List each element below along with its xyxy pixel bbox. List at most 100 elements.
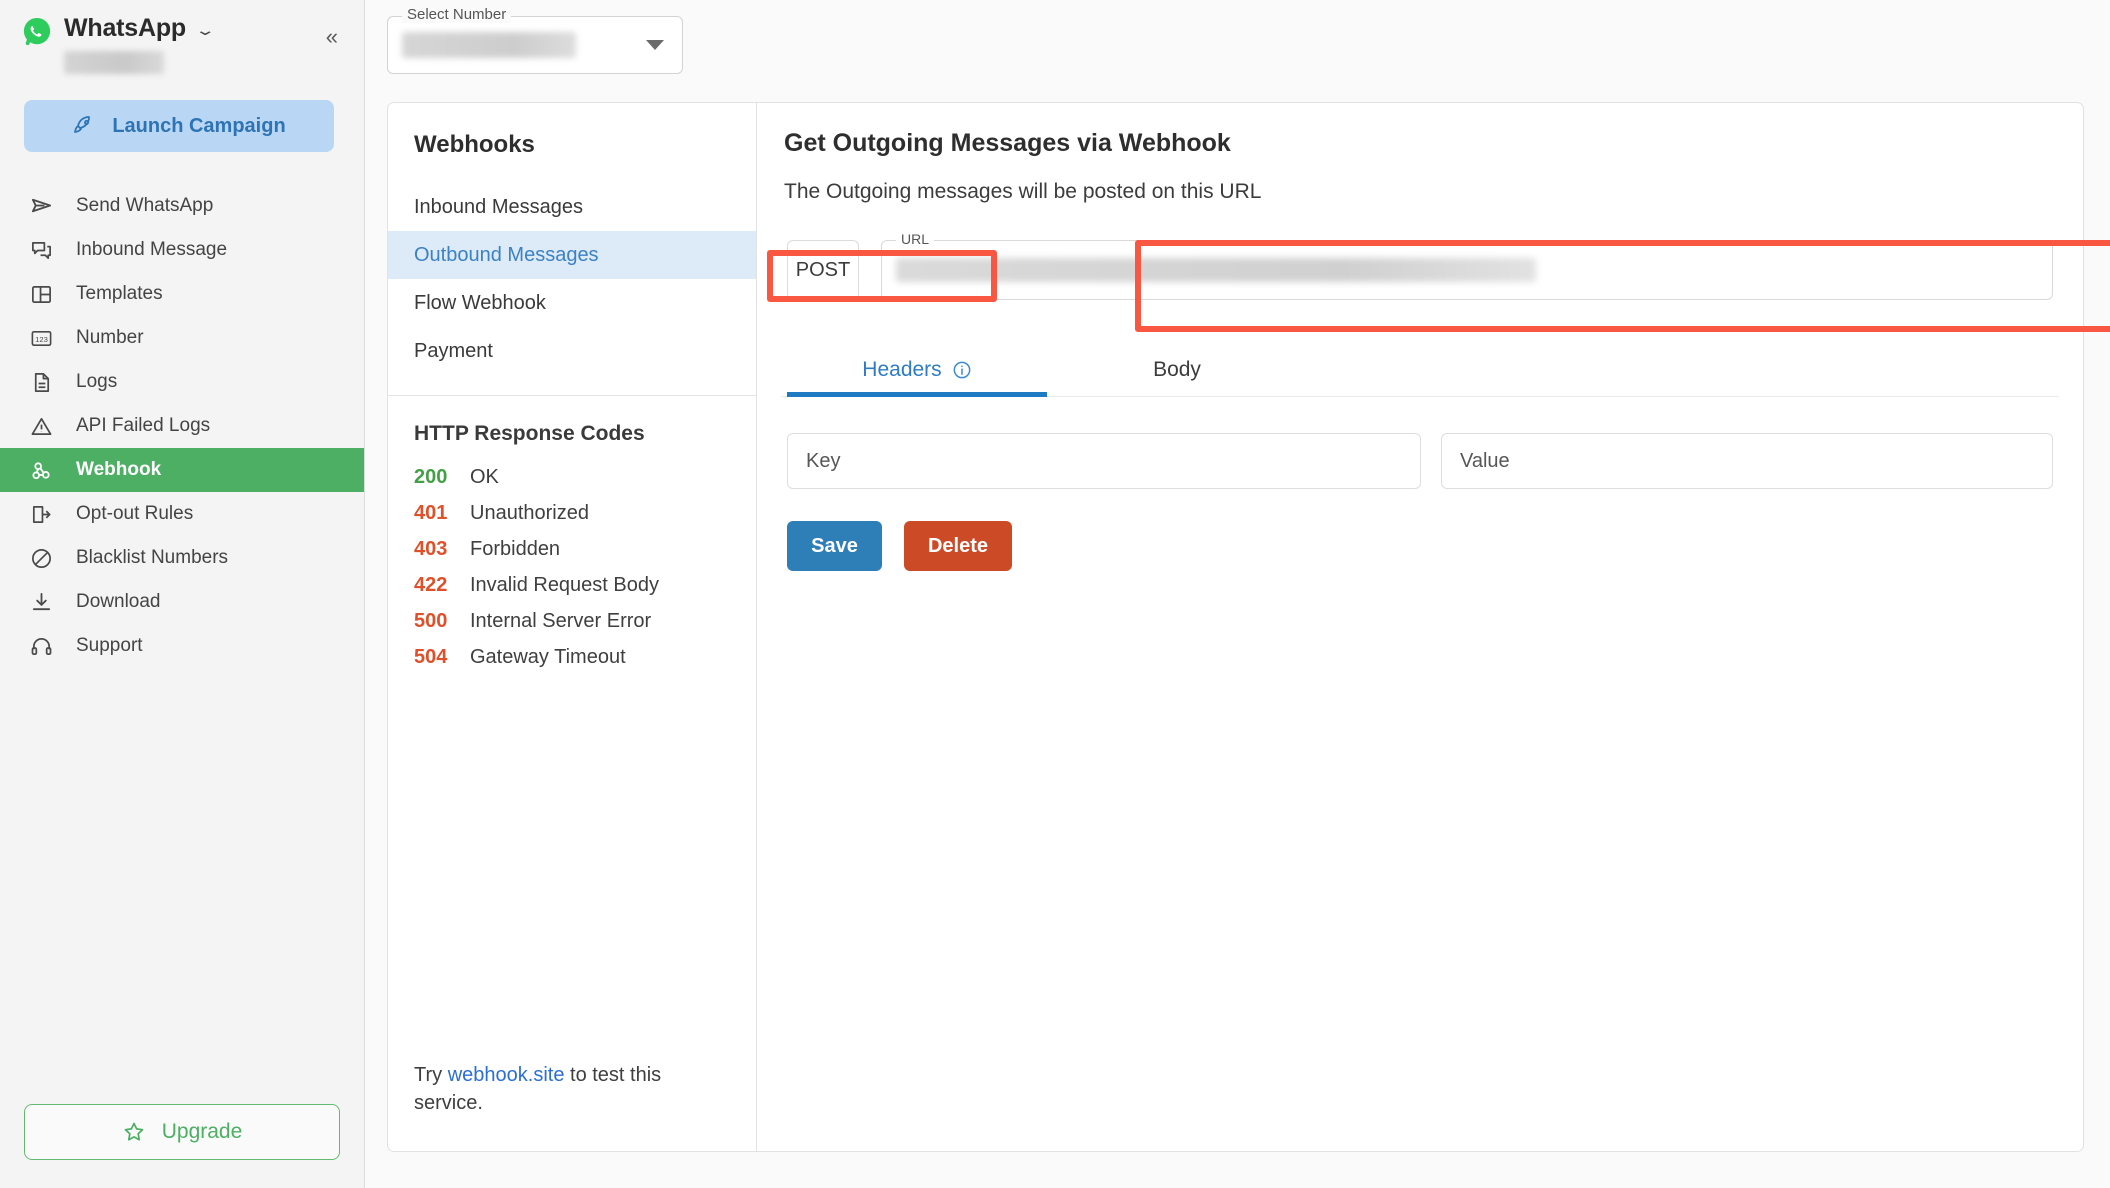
- webhook-item-outbound-messages[interactable]: Outbound Messages: [388, 231, 756, 279]
- hint-prefix: Try: [414, 1064, 448, 1086]
- sidebar-item-label: Inbound Message: [76, 239, 228, 260]
- webhook-item-payment[interactable]: Payment: [388, 327, 756, 375]
- response-code-row: 422 Invalid Request Body: [414, 574, 756, 597]
- sidebar-collapse-icon[interactable]: «: [326, 26, 338, 48]
- sidebar-item-blacklist-numbers[interactable]: Blacklist Numbers: [0, 536, 364, 580]
- response-code-number: 200: [414, 466, 448, 488]
- webhooks-panel-title: Webhooks: [414, 131, 535, 158]
- sidebar-item-api-failed-logs[interactable]: API Failed Logs: [0, 404, 364, 448]
- response-code-number: 403: [414, 538, 448, 560]
- webhook-item-flow-webhook[interactable]: Flow Webhook: [388, 279, 756, 327]
- sidebar-item-opt-out-rules[interactable]: Opt-out Rules: [0, 492, 364, 536]
- response-code-row: 500 Internal Server Error: [414, 610, 756, 633]
- sidebar-item-number[interactable]: 123 Number: [0, 316, 364, 360]
- header-key-input[interactable]: Key: [787, 433, 1421, 489]
- content-row: Webhooks Inbound Messages Outbound Messa…: [365, 102, 2110, 1162]
- sidebar-nav: Send WhatsApp Inbound Message Templates …: [0, 184, 364, 668]
- response-code-label: Invalid Request Body: [470, 574, 660, 596]
- brand-title: WhatsApp: [64, 14, 186, 42]
- sidebar-item-support[interactable]: Support: [0, 624, 364, 668]
- tab-label: Body: [1153, 358, 1201, 381]
- select-number-legend: Select Number: [402, 6, 512, 23]
- http-method-box[interactable]: POST: [787, 240, 859, 300]
- response-code-label: OK: [470, 466, 499, 488]
- tab-body[interactable]: Body: [1047, 344, 1307, 396]
- sidebar-item-templates[interactable]: Templates: [0, 272, 364, 316]
- url-input[interactable]: URL: [881, 231, 2053, 300]
- http-response-codes-list: 200 OK 401 Unauthorized 403 Forbidden 42…: [388, 446, 756, 682]
- response-code-row: 401 Unauthorized: [414, 502, 756, 525]
- upgrade-section: Upgrade: [0, 1104, 364, 1188]
- sidebar-item-label: API Failed Logs: [76, 415, 211, 436]
- sidebar-item-label: Number: [76, 327, 144, 348]
- header-value-input[interactable]: Value: [1441, 433, 2053, 489]
- sidebar-item-webhook[interactable]: Webhook: [0, 448, 364, 492]
- response-code-label: Gateway Timeout: [470, 646, 626, 668]
- launch-campaign-label: Launch Campaign: [112, 114, 286, 137]
- response-code-number: 422: [414, 574, 448, 596]
- star-icon: [124, 1122, 144, 1141]
- layout-panels-icon: [28, 281, 54, 307]
- sidebar-item-label: Support: [76, 635, 143, 656]
- webhooks-panel: Webhooks Inbound Messages Outbound Messa…: [387, 102, 757, 1152]
- launch-campaign-button[interactable]: Launch Campaign: [24, 100, 334, 152]
- sidebar-item-label: Blacklist Numbers: [76, 547, 229, 568]
- block-circle-icon: [28, 545, 54, 571]
- response-code-row: 200 OK: [414, 466, 756, 489]
- delete-button[interactable]: Delete: [904, 521, 1012, 571]
- numeric-123-icon: 123: [28, 325, 54, 351]
- sidebar-item-label: Send WhatsApp: [76, 195, 214, 216]
- sidebar-item-logs[interactable]: Logs: [0, 360, 364, 404]
- save-button[interactable]: Save: [787, 521, 882, 571]
- sidebar-item-inbound-message[interactable]: Inbound Message: [0, 228, 364, 272]
- sidebar-item-label: Logs: [76, 371, 118, 392]
- brand-text: WhatsApp ⌄: [64, 14, 216, 74]
- warning-triangle-icon: [28, 413, 54, 439]
- chevron-down-icon[interactable]: ⌄: [194, 23, 215, 37]
- sidebar-item-send-whatsapp[interactable]: Send WhatsApp: [0, 184, 364, 228]
- response-code-number: 500: [414, 610, 448, 632]
- response-code-label: Unauthorized: [470, 502, 589, 524]
- sidebar-item-label: Webhook: [76, 459, 162, 480]
- url-value-redacted: [896, 258, 1536, 282]
- response-code-label: Forbidden: [470, 538, 561, 560]
- sidebar-item-label: Opt-out Rules: [76, 503, 194, 524]
- response-code-number: 504: [414, 646, 448, 668]
- rocket-icon: [74, 116, 91, 133]
- info-circle-icon[interactable]: [952, 360, 972, 380]
- caret-down-icon[interactable]: [646, 40, 664, 50]
- logout-arrow-icon: [28, 501, 54, 527]
- tab-headers[interactable]: Headers: [787, 344, 1047, 397]
- webhook-site-link[interactable]: webhook.site: [448, 1064, 565, 1086]
- svg-text:123: 123: [35, 334, 48, 343]
- chat-bubbles-icon: [28, 237, 54, 263]
- response-code-row: 403 Forbidden: [414, 538, 756, 561]
- select-number-value-redacted: [402, 32, 576, 58]
- webhook-detail-panel: Get Outgoing Messages via Webhook The Ou…: [757, 102, 2084, 1152]
- whatsapp-icon: [23, 17, 51, 46]
- download-icon: [28, 589, 54, 615]
- http-response-codes-title: HTTP Response Codes: [414, 422, 645, 445]
- main-area: Select Number Webhooks Inbound Messages …: [365, 0, 2110, 1188]
- webhook-item-inbound-messages[interactable]: Inbound Messages: [388, 183, 756, 231]
- detail-title: Get Outgoing Messages via Webhook: [784, 129, 1231, 157]
- app-window: WhatsApp ⌄ « Launch Campaign Send WhatsA…: [0, 0, 2110, 1188]
- upgrade-button[interactable]: Upgrade: [24, 1104, 340, 1160]
- webhook-item-label: Outbound Messages: [414, 243, 599, 266]
- webhook-item-label: Payment: [414, 339, 493, 362]
- sidebar-item-label: Download: [76, 591, 161, 612]
- sidebar-item-label: Templates: [76, 283, 163, 304]
- webhooks-list: Inbound Messages Outbound Messages Flow …: [388, 183, 756, 375]
- response-code-row: 504 Gateway Timeout: [414, 646, 756, 669]
- detail-subtitle: The Outgoing messages will be posted on …: [784, 180, 1262, 203]
- select-number-dropdown[interactable]: Select Number: [387, 6, 683, 74]
- send-icon: [28, 193, 54, 219]
- headset-icon: [28, 633, 54, 659]
- response-code-label: Internal Server Error: [470, 610, 652, 632]
- action-buttons: Save Delete: [781, 521, 2059, 571]
- sidebar-item-download[interactable]: Download: [0, 580, 364, 624]
- document-lines-icon: [28, 369, 54, 395]
- detail-tabs: Headers Body: [781, 344, 2059, 397]
- tab-label: Headers: [862, 358, 942, 381]
- webhook-site-hint: Try webhook.site to test this service.: [388, 1061, 756, 1151]
